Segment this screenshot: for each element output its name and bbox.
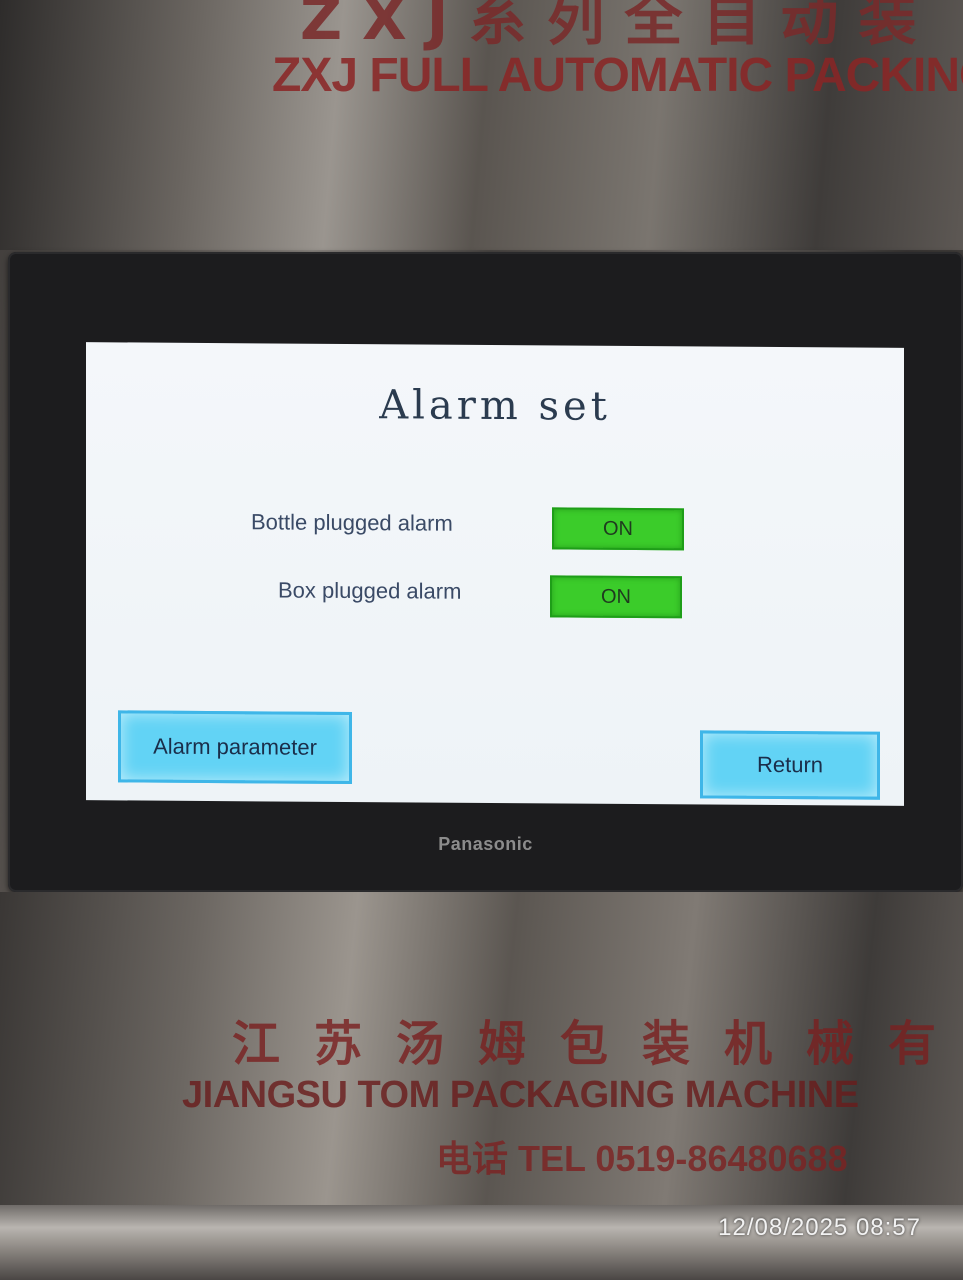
manufacturer-name: JIANGSU TOM PACKAGING MACHINE: [182, 1074, 859, 1116]
hmi-screen: Alarm set Bottle plugged alarm ON Box pl…: [86, 342, 904, 806]
machine-panel-top: ZXJ系列全自动装 ZXJ FULL AUTOMATIC PACKING: [0, 0, 963, 250]
return-button[interactable]: Return: [700, 730, 880, 800]
machine-model-label: ZXJ FULL AUTOMATIC PACKING: [272, 49, 963, 102]
brand-logo: Panasonic: [438, 834, 533, 854]
alarm-parameter-button[interactable]: Alarm parameter: [118, 710, 352, 785]
manufacturer-phone: 电话 TEL 0519-86480688: [436, 1138, 848, 1179]
machine-panel-bottom: 江苏汤姆包装机械有 JIANGSU TOM PACKAGING MACHINE …: [0, 892, 963, 1212]
manufacturer-chinese-name: 江苏汤姆包装机械有: [232, 1016, 963, 1072]
box-plugged-alarm-toggle[interactable]: ON: [550, 575, 682, 619]
page-title: Alarm set: [379, 382, 611, 430]
bottle-plugged-alarm-label: Bottle plugged alarm: [251, 509, 453, 536]
photo-timestamp: 12/08/2025 08:57: [718, 1214, 921, 1241]
bottle-plugged-alarm-toggle[interactable]: ON: [552, 507, 684, 551]
box-plugged-alarm-label: Box plugged alarm: [278, 577, 462, 604]
